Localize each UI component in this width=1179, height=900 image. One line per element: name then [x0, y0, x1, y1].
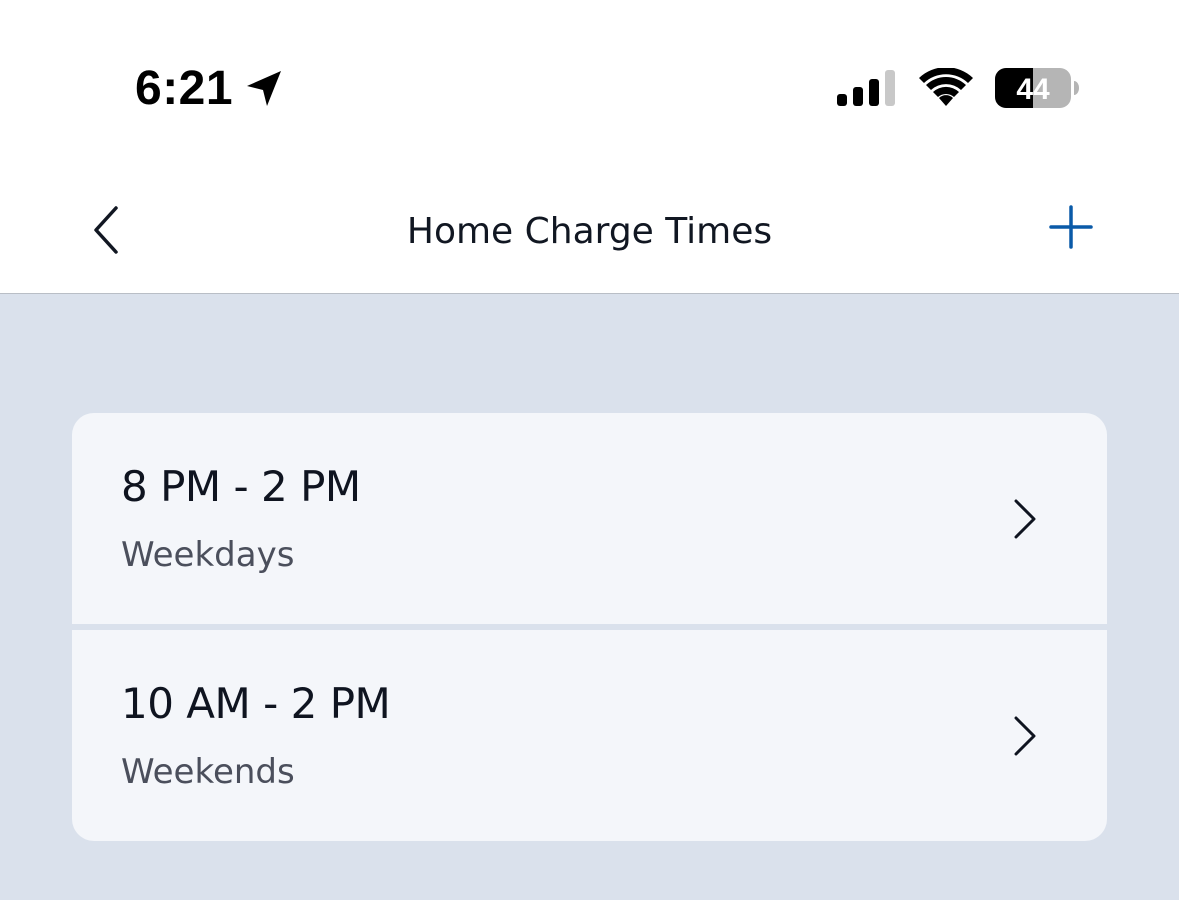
- battery-level: 44: [1016, 73, 1050, 106]
- chevron-right-icon: [1014, 716, 1036, 756]
- add-schedule-button[interactable]: [1046, 202, 1096, 252]
- status-time: 6:21: [135, 62, 234, 115]
- schedule-time-range: 10 AM - 2 PM: [121, 679, 391, 728]
- plus-icon: [1049, 205, 1093, 249]
- wifi-icon: [919, 68, 973, 106]
- schedule-days: Weekends: [121, 752, 295, 792]
- status-bar: 6:21 44: [0, 0, 1179, 150]
- cellular-signal-icon: [837, 70, 895, 106]
- chevron-right-icon: [1014, 499, 1036, 539]
- content-area: 8 PM - 2 PM Weekdays 10 AM - 2 PM Weeken…: [0, 294, 1179, 900]
- schedule-item-weekends[interactable]: 10 AM - 2 PM Weekends: [72, 630, 1107, 841]
- schedule-time-range: 8 PM - 2 PM: [121, 462, 361, 511]
- status-time-group: 6:21: [135, 62, 285, 116]
- page-title: Home Charge Times: [406, 211, 773, 252]
- navigation-bar: Home Charge Times: [0, 150, 1179, 294]
- schedule-list: 8 PM - 2 PM Weekdays 10 AM - 2 PM Weeken…: [72, 413, 1107, 841]
- status-indicators: 44: [837, 66, 1079, 110]
- battery-icon: 44: [995, 68, 1079, 108]
- schedule-item-weekdays[interactable]: 8 PM - 2 PM Weekdays: [72, 413, 1107, 624]
- location-arrow-icon: [247, 71, 282, 106]
- schedule-days: Weekdays: [121, 535, 295, 575]
